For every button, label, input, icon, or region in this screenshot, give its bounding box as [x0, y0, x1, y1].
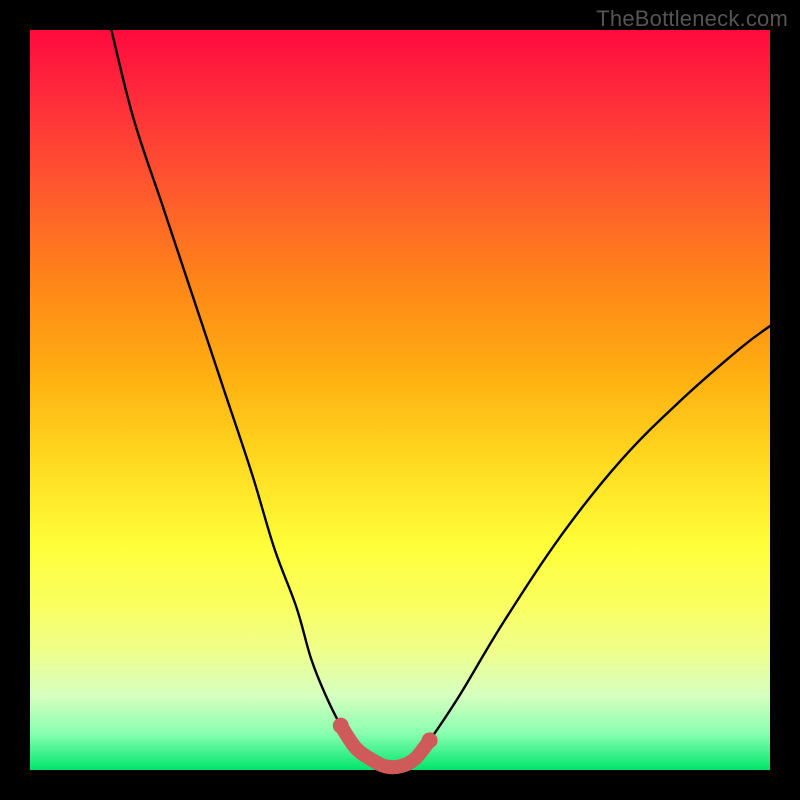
chart-svg	[30, 30, 770, 770]
highlight-endpoint	[333, 718, 349, 734]
highlight-endpoint	[422, 732, 438, 748]
chart-plot-area	[30, 30, 770, 770]
highlight-segment	[341, 726, 430, 768]
bottleneck-curve	[111, 30, 770, 767]
watermark-text: TheBottleneck.com	[596, 6, 788, 32]
